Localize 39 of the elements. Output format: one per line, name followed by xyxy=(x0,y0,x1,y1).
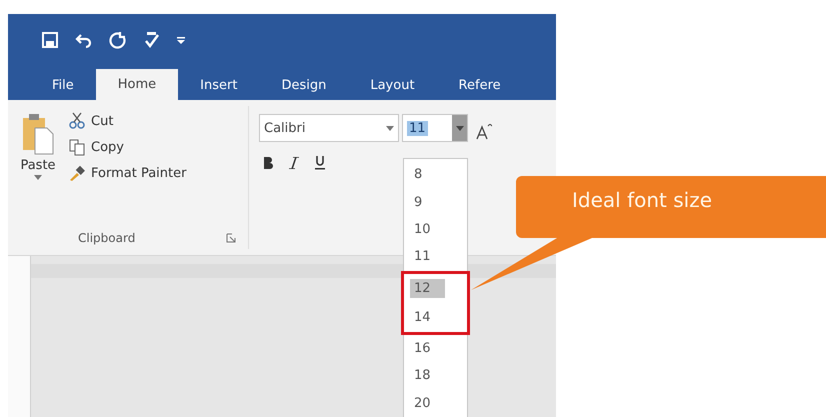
copy-icon xyxy=(68,138,86,156)
scissors-icon xyxy=(68,112,86,130)
spelling-check-icon[interactable] xyxy=(142,30,162,50)
caret-icon xyxy=(456,126,464,130)
caret-icon xyxy=(34,175,42,180)
font-size-option[interactable]: 11 xyxy=(404,243,467,271)
font-size-option[interactable]: 10 xyxy=(404,216,467,244)
font-size-option[interactable]: 12 xyxy=(404,274,467,303)
group-label: Clipboard xyxy=(78,231,136,245)
ribbon-tab[interactable]: Home xyxy=(96,69,178,100)
paste-button[interactable]: Paste xyxy=(16,112,60,231)
ribbon-tab[interactable]: Refere xyxy=(436,71,523,100)
save-icon[interactable] xyxy=(40,30,60,50)
font-size-field[interactable]: 11 xyxy=(402,114,468,142)
ribbon-tab[interactable]: File xyxy=(30,71,96,100)
cut-button[interactable]: Cut xyxy=(68,112,186,130)
customize-menu-icon[interactable] xyxy=(176,34,186,44)
grow-font-icon[interactable] xyxy=(476,124,492,140)
callout-text: Ideal font size xyxy=(572,188,712,212)
font-size-option[interactable]: 8 xyxy=(404,161,467,188)
ribbon-tab[interactable]: Layout xyxy=(348,71,437,100)
font-size-option[interactable]: 20 xyxy=(404,390,467,417)
format-painter-button[interactable]: Format Painter xyxy=(68,164,186,182)
bold-icon[interactable] xyxy=(263,157,273,169)
ribbon-tab[interactable]: Insert xyxy=(178,71,260,100)
clipboard-icon xyxy=(21,112,55,156)
italic-icon[interactable] xyxy=(289,157,299,169)
ribbon-tab[interactable]: Design xyxy=(259,71,348,100)
dialog-launcher-icon[interactable] xyxy=(226,233,236,243)
font-size-option[interactable]: 16 xyxy=(404,334,467,362)
font-size-option[interactable]: 18 xyxy=(404,362,467,390)
caret-icon xyxy=(386,126,394,130)
underline-icon[interactable] xyxy=(315,156,325,170)
paintbrush-icon xyxy=(68,164,86,182)
copy-button[interactable]: Copy xyxy=(68,138,186,156)
redo-icon[interactable] xyxy=(108,30,128,50)
font-size-option[interactable]: 9 xyxy=(404,188,467,216)
font-size-option[interactable]: 14 xyxy=(404,302,467,332)
font-name-field[interactable]: Calibri xyxy=(259,114,399,142)
